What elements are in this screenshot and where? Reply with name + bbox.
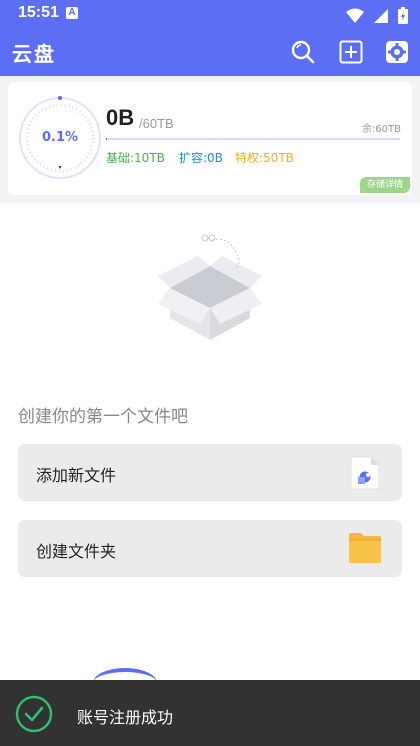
settings-icon	[386, 41, 408, 63]
add-icon	[339, 40, 363, 64]
add-button[interactable]	[338, 39, 364, 65]
empty-state-message: 创建你的第一个文件吧	[18, 407, 188, 427]
usage-percent: 0.1%	[41, 130, 79, 145]
battery-icon	[398, 7, 408, 24]
settings-button[interactable]	[384, 39, 410, 65]
file-icon	[350, 456, 380, 490]
add-file-label: 添加新文件	[36, 466, 117, 485]
search-icon	[291, 40, 315, 64]
create-folder-label: 创建文件夹	[36, 542, 117, 561]
toast-notification: 账号注册成功	[0, 680, 420, 746]
storage-detail-button[interactable]: 存储详情	[360, 177, 410, 193]
create-folder-button[interactable]: 创建文件夹	[18, 520, 402, 577]
folder-icon	[349, 533, 381, 563]
app-bar: 云盘	[0, 28, 420, 76]
notification-badge-icon: A	[66, 7, 78, 19]
status-icons	[342, 5, 408, 24]
expansion-quota: 扩容:0B	[179, 151, 223, 165]
remaining-storage: 余:60TB	[361, 124, 401, 135]
storage-progress-bar	[106, 138, 400, 140]
add-file-button[interactable]: 添加新文件	[18, 444, 402, 501]
empty-box-illustration	[158, 234, 262, 340]
toast-message: 账号注册成功	[77, 708, 174, 727]
total-storage: /60TB	[139, 116, 174, 131]
check-circle-icon	[15, 695, 53, 733]
status-time: 15:51	[18, 4, 59, 21]
signal-icon	[373, 8, 388, 23]
page-title: 云盘	[12, 42, 56, 66]
used-storage: 0B	[106, 105, 135, 130]
storage-card: 0.1% 0B /60TB 余:60TB 基础:10TB 扩容:0B 特权:50…	[8, 82, 412, 195]
base-quota: 基础:10TB	[106, 151, 165, 165]
status-bar: 15:51 A	[0, 0, 420, 28]
privilege-quota: 特权:50TB	[235, 151, 294, 165]
search-button[interactable]	[290, 39, 316, 65]
wifi-icon	[345, 8, 364, 23]
